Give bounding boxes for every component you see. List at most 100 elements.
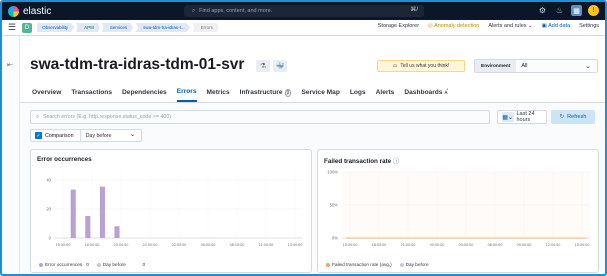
- date-range-value: Last 24 hours: [516, 111, 535, 123]
- error-search-placeholder: Search errors (E.g. http.response.status…: [42, 114, 172, 120]
- chevron-down-icon: ⌄: [585, 63, 591, 70]
- x-tick-label: 09:00:00: [517, 243, 532, 247]
- failed-transaction-chart: 100% 50% 0% 15:00:00 18:00:00 21:00:00 00:00:0…: [327, 170, 590, 247]
- legend-dot: [326, 262, 330, 267]
- environment-select[interactable]: Environment All ⌄: [474, 59, 598, 73]
- error-occurrences-panel: Error occurrences 40 20 0 15:30:00 18:00:00 2…: [30, 149, 312, 273]
- header-links: Storage Explorer ◎ Anomaly detection Ale…: [378, 23, 599, 29]
- x-tick-label: 00:00:00: [430, 243, 445, 247]
- comparison-label: Comparison: [45, 130, 81, 141]
- comparison-select[interactable]: Day before: [86, 133, 112, 139]
- refresh-button[interactable]: ↻ Refresh: [551, 110, 595, 124]
- page-header: swa-tdm-tra-idras-tdm-01-svr ⚗ 🐳 ▭ Tell …: [20, 36, 605, 103]
- user-avatar[interactable]: ▦: [571, 5, 582, 16]
- tab-infrastructure[interactable]: Infrastructure β: [240, 88, 292, 102]
- add-data-link[interactable]: ▣ Add data: [542, 23, 570, 29]
- header-icons: ⚙ ♨ ▦ !: [537, 5, 599, 16]
- global-search-input[interactable]: ⌕ Find apps, content, and more. ⌘/: [184, 5, 424, 17]
- logo-text: elastic: [23, 5, 52, 17]
- side-nav-collapsed: ⇤: [2, 36, 20, 274]
- x-tick-label: 02:00:00: [172, 243, 187, 247]
- tab-infrastructure-label: Infrastructure: [239, 89, 283, 96]
- expand-nav-icon[interactable]: ⇤: [7, 61, 13, 69]
- help-icon[interactable]: ⚙: [537, 5, 548, 16]
- tab-logs[interactable]: Logs: [350, 88, 366, 102]
- legend-item: Day before 0: [96, 262, 145, 267]
- failed-transaction-panel: Failed transaction rate ⓘ 100% 50% 0% 15:00…: [317, 149, 599, 273]
- tab-service-map[interactable]: Service Map: [301, 88, 339, 102]
- comparison-checkbox[interactable]: ✓: [35, 132, 42, 139]
- notification-icon[interactable]: !: [588, 5, 599, 16]
- legend-dot: [39, 262, 43, 267]
- alerts-rules-label: Alerts and rules: [488, 23, 527, 29]
- x-tick-label: 18:00:00: [372, 243, 387, 247]
- settings-link[interactable]: Settings: [579, 23, 599, 29]
- tab-dashboards-label: Dashboards: [404, 89, 443, 96]
- alerts-rules-menu[interactable]: Alerts and rules ⌄: [488, 23, 532, 29]
- service-tabs: Overview Transactions Dependencies Error…: [32, 88, 457, 102]
- storage-explorer-link[interactable]: Storage Explorer: [378, 23, 419, 29]
- legend-item: Day before: [399, 262, 429, 267]
- tab-dependencies[interactable]: Dependencies: [122, 88, 167, 102]
- x-tick-label: 06:00:00: [488, 243, 503, 247]
- docker-icon[interactable]: 🐳: [273, 60, 287, 72]
- anomaly-detection-link[interactable]: ◎ Anomaly detection: [428, 23, 479, 29]
- feedback-label: Tell us what you think!: [400, 63, 450, 69]
- tab-dashboards[interactable]: Dashboards ᴀ̊: [404, 88, 447, 102]
- failed-transaction-legend: Failed transaction rate (avg.) Day befor…: [326, 262, 429, 267]
- tab-transactions[interactable]: Transactions: [71, 88, 112, 102]
- y-tick-label: 20: [46, 207, 51, 212]
- newsfeed-icon[interactable]: ♨: [554, 5, 565, 16]
- beta-icon: β: [284, 88, 292, 97]
- x-tick-label: 11:00:00: [259, 243, 274, 247]
- y-tick-label: 100%: [327, 170, 338, 175]
- x-tick-label: 15:00:00: [575, 243, 590, 247]
- x-tick-label: 08:15:00: [230, 243, 245, 247]
- feedback-button[interactable]: ▭ Tell us what you think!: [377, 60, 465, 72]
- x-tick-label: 12:00:00: [546, 243, 561, 247]
- tab-metrics[interactable]: Metrics: [207, 88, 230, 102]
- space-avatar[interactable]: D: [22, 22, 33, 33]
- legend-item: Failed transaction rate (avg.): [326, 262, 392, 267]
- breadcrumb-apm[interactable]: APM: [76, 23, 100, 32]
- tab-errors[interactable]: Errors: [176, 88, 197, 102]
- date-picker[interactable]: ▦⌄ Last 24 hours: [497, 110, 547, 124]
- anomaly-detection-label: Anomaly detection: [434, 23, 480, 29]
- language-icon[interactable]: ⚗: [256, 60, 270, 72]
- breadcrumb-services[interactable]: Services: [101, 23, 134, 32]
- chevron-down-icon: ⌄: [526, 23, 533, 29]
- error-search-input[interactable]: ⌕ Search errors (E.g. http.response.stat…: [30, 110, 490, 124]
- legend-label: Error occurrences: [45, 262, 83, 267]
- x-tick-label: 22:00:00: [143, 243, 158, 247]
- add-data-label: Add data: [548, 23, 571, 29]
- comparison-control: ✓ Comparison Day before ⌄: [30, 129, 142, 142]
- beta-icon: ᴀ̊: [444, 89, 448, 96]
- elastic-logo[interactable]: elastic: [8, 5, 52, 17]
- page-title: swa-tdm-tra-idras-tdm-01-svr: [30, 56, 245, 73]
- tab-overview[interactable]: Overview: [32, 88, 61, 102]
- y-tick-label: 0: [49, 236, 52, 241]
- x-tick-label: 06:00:00: [201, 243, 216, 247]
- x-tick-label: 21:00:00: [401, 243, 416, 247]
- breadcrumb-errors: Errors: [192, 23, 219, 32]
- elastic-logo-icon: [8, 5, 19, 17]
- legend-label: Failed transaction rate (avg.): [332, 262, 392, 267]
- breadcrumb: Observability APM Services swa-tdm-tra-i…: [37, 23, 221, 32]
- environment-label: Environment: [475, 60, 517, 72]
- legend-dot: [96, 262, 101, 267]
- plot-area: [342, 172, 590, 238]
- search-placeholder: Find apps, content, and more.: [199, 8, 273, 14]
- x-tick-label: 20:00:00: [114, 243, 129, 247]
- breadcrumb-service[interactable]: swa-tdm-tra-idras-t...: [135, 23, 191, 32]
- error-occurrences-legend: Error occurrences 0 Day before 0: [39, 262, 145, 267]
- tab-alerts[interactable]: Alerts: [376, 88, 395, 102]
- y-tick-label: 50%: [330, 203, 339, 208]
- calendar-icon[interactable]: ▦⌄: [502, 112, 514, 122]
- breadcrumb-observability[interactable]: Observability: [37, 23, 75, 32]
- x-tick-label: 03:00:00: [459, 243, 474, 247]
- breadcrumb-bar: ☰ D Observability APM Services swa-tdm-t…: [2, 20, 605, 36]
- menu-toggle-icon[interactable]: ☰: [8, 22, 16, 33]
- y-tick-label: 0%: [332, 236, 338, 241]
- legend-label: Day before: [102, 262, 126, 267]
- top-header: elastic ⌕ Find apps, content, and more. …: [2, 2, 605, 20]
